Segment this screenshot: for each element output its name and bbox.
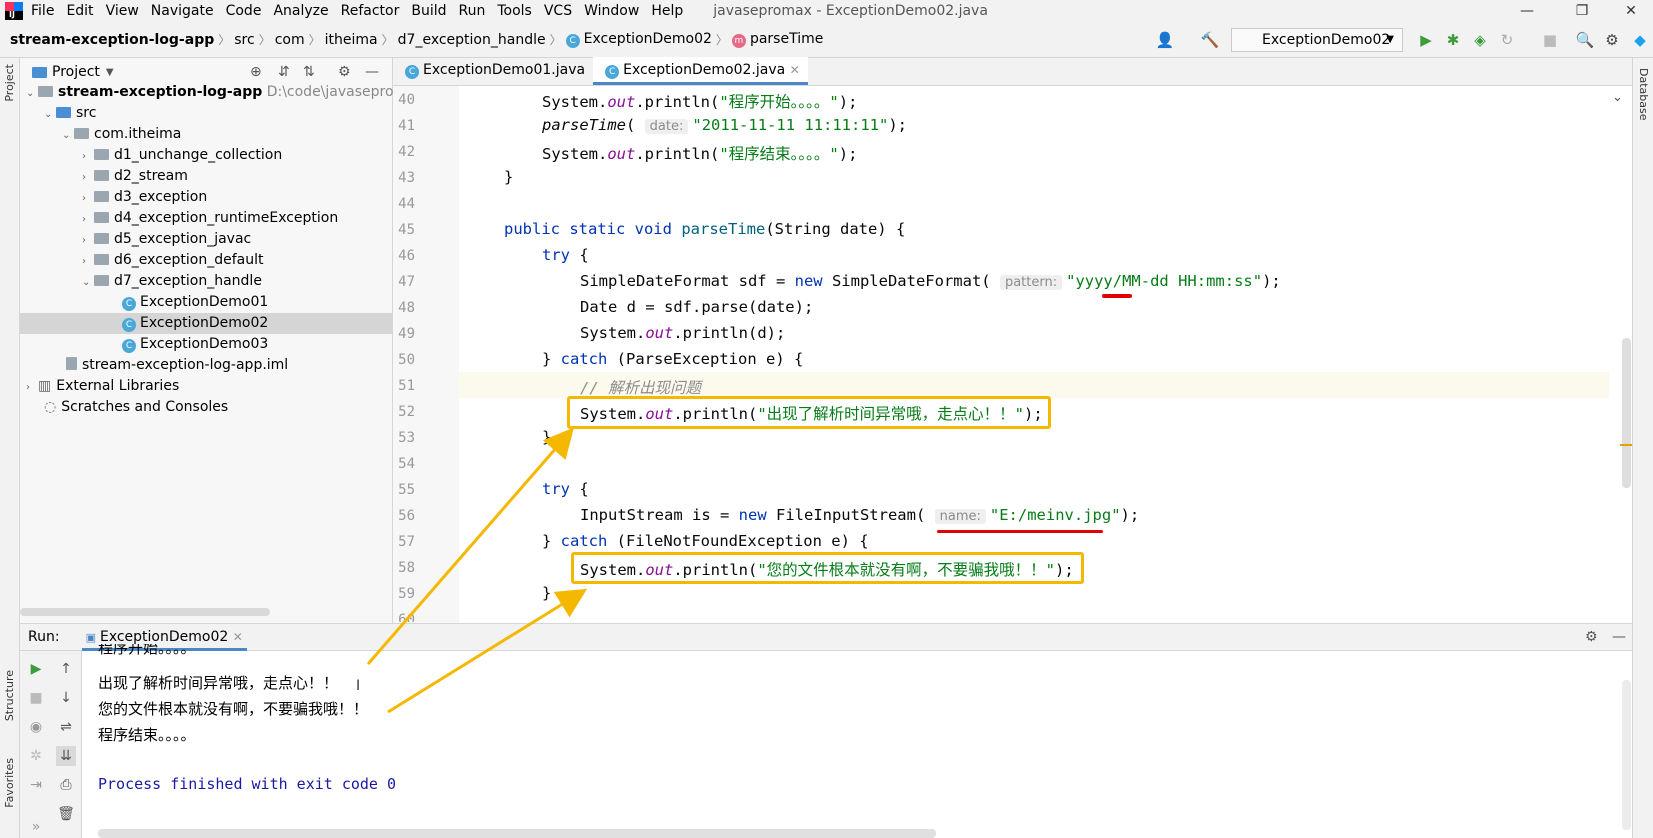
- arrow-to-file-catch: [387, 588, 588, 714]
- annotation-arrows: [366, 427, 588, 714]
- arrow-to-parse-catch: [366, 427, 574, 665]
